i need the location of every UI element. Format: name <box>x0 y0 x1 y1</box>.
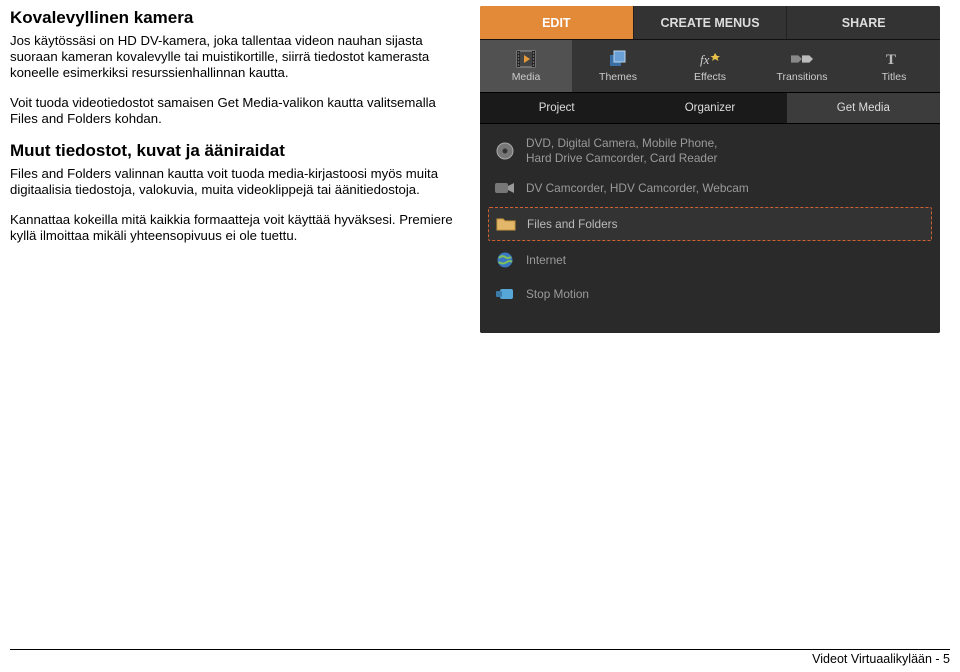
svg-text:fx: fx <box>700 52 710 67</box>
source-dvd-camera[interactable]: DVD, Digital Camera, Mobile Phone, Hard … <box>480 130 940 171</box>
icon-toolbar: Media Themes fx <box>480 39 940 92</box>
source-label: Stop Motion <box>526 287 589 302</box>
tab-share[interactable]: SHARE <box>786 6 940 39</box>
toolbar-label: Effects <box>694 71 726 83</box>
tab-edit[interactable]: EDIT <box>480 6 633 39</box>
highlighted-option: Files and Folders <box>488 207 932 241</box>
toolbar-effects[interactable]: fx Effects <box>664 40 756 92</box>
source-dv-camcorder[interactable]: DV Camcorder, HDV Camcorder, Webcam <box>480 171 940 205</box>
subtab-organizer[interactable]: Organizer <box>633 93 786 123</box>
toolbar-label: Transitions <box>777 71 828 83</box>
folder-icon <box>495 213 517 235</box>
paragraph: Files and Folders valinnan kautta voit t… <box>10 166 462 198</box>
titles-icon: T <box>883 49 905 69</box>
toolbar-label: Media <box>512 71 541 83</box>
toolbar-label: Titles <box>882 71 907 83</box>
themes-icon <box>607 49 629 69</box>
source-label: DV Camcorder, HDV Camcorder, Webcam <box>526 181 749 196</box>
globe-icon <box>494 249 516 271</box>
get-media-source-list: DVD, Digital Camera, Mobile Phone, Hard … <box>480 124 940 333</box>
heading-other-files: Muut tiedostot, kuvat ja ääniraidat <box>10 141 462 162</box>
source-files-folders[interactable]: Files and Folders <box>489 208 931 240</box>
transitions-icon <box>791 49 813 69</box>
source-label: DVD, Digital Camera, Mobile Phone, Hard … <box>526 136 717 165</box>
source-stop-motion[interactable]: Stop Motion <box>480 277 940 311</box>
toolbar-media[interactable]: Media <box>480 40 572 92</box>
source-label: Internet <box>526 253 566 268</box>
tab-create-menus[interactable]: CREATE MENUS <box>633 6 787 39</box>
toolbar-transitions[interactable]: Transitions <box>756 40 848 92</box>
screenshot-panel: EDIT CREATE MENUS SHARE <box>480 0 948 333</box>
premiere-elements-panel: EDIT CREATE MENUS SHARE <box>480 6 940 333</box>
disc-icon <box>494 140 516 162</box>
svg-text:T: T <box>886 52 896 67</box>
toolbar-titles[interactable]: T Titles <box>848 40 940 92</box>
filmstrip-icon <box>515 49 537 69</box>
stop-motion-icon <box>494 283 516 305</box>
paragraph: Kannattaa kokeilla mitä kaikkia formaatt… <box>10 212 462 244</box>
subtab-project[interactable]: Project <box>480 93 633 123</box>
source-label: Files and Folders <box>527 217 617 232</box>
heading-camera: Kovalevyllinen kamera <box>10 8 462 29</box>
page-footer: Videot Virtuaalikylään - 5 <box>10 649 950 666</box>
source-internet[interactable]: Internet <box>480 243 940 277</box>
toolbar-themes[interactable]: Themes <box>572 40 664 92</box>
paragraph: Jos käytössäsi on HD DV-kamera, joka tal… <box>10 33 462 81</box>
paragraph: Voit tuoda videotiedostot samaisen Get M… <box>10 95 462 127</box>
camcorder-icon <box>494 177 516 199</box>
top-tab-bar: EDIT CREATE MENUS SHARE <box>480 6 940 39</box>
footer-text: Videot Virtuaalikylään - 5 <box>812 652 950 666</box>
sub-tab-bar: Project Organizer Get Media <box>480 92 940 124</box>
toolbar-label: Themes <box>599 71 637 83</box>
fx-icon: fx <box>699 49 721 69</box>
article-left-column: Kovalevyllinen kamera Jos käytössäsi on … <box>0 0 480 333</box>
subtab-get-media[interactable]: Get Media <box>787 93 940 123</box>
